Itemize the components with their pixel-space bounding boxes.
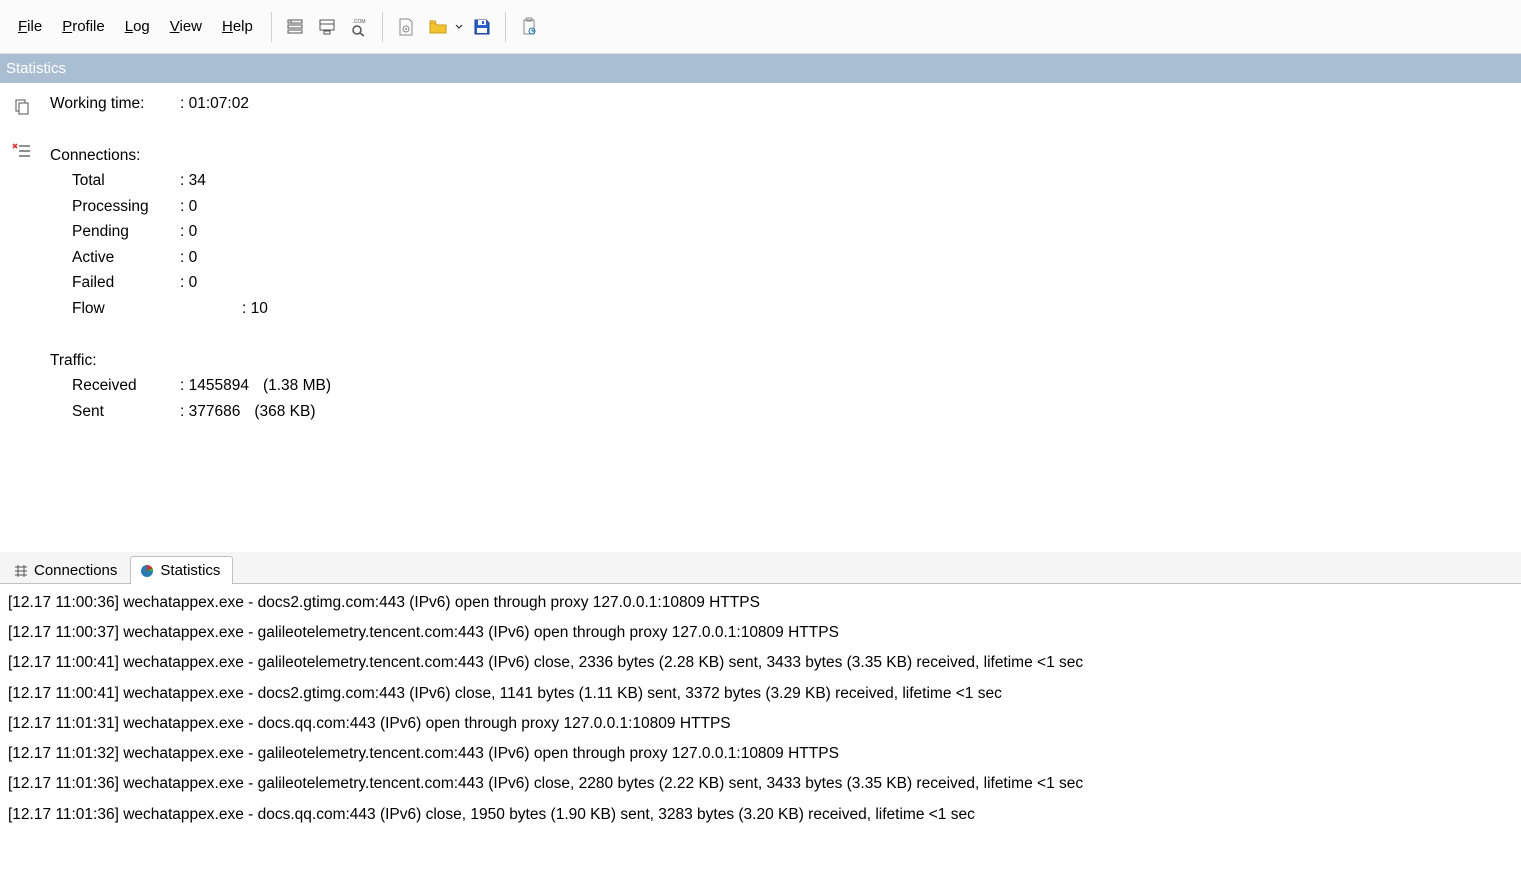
log-line: [12.17 11:00:36] wechatappex.exe - docs2…: [8, 588, 1513, 618]
sent-label: Sent: [50, 399, 180, 425]
tab-statistics[interactable]: Statistics: [130, 556, 233, 584]
panel-header: Statistics: [0, 54, 1521, 83]
side-toolbar: [0, 83, 44, 552]
chevron-down-icon[interactable]: [453, 12, 465, 42]
menu-view[interactable]: View: [160, 12, 212, 41]
log-line: [12.17 11:00:41] wechatappex.exe - docs2…: [8, 679, 1513, 709]
flow-label: Flow: [50, 296, 180, 322]
tab-strip: Connections Statistics: [0, 552, 1521, 584]
log-panel[interactable]: [12.17 11:00:36] wechatappex.exe - docs2…: [0, 584, 1521, 874]
sent-human: (368 KB): [254, 399, 315, 425]
pie-chart-icon: [139, 563, 155, 579]
active-value: : 0: [180, 245, 197, 271]
log-line: [12.17 11:01:36] wechatappex.exe - docs.…: [8, 800, 1513, 830]
save-icon[interactable]: [467, 12, 497, 42]
folder-icon[interactable]: [423, 12, 453, 42]
server-single-icon[interactable]: [312, 12, 342, 42]
clipboard-icon[interactable]: [514, 12, 544, 42]
working-time-value: : 01:07:02: [180, 91, 249, 117]
pending-value: : 0: [180, 219, 197, 245]
active-label: Active: [50, 245, 180, 271]
connections-label: Connections:: [50, 143, 180, 169]
menubar: File Profile Log View Help .COM: [0, 0, 1521, 54]
server-list-icon[interactable]: [280, 12, 310, 42]
failed-value: : 0: [180, 270, 197, 296]
log-line: [12.17 11:01:31] wechatappex.exe - docs.…: [8, 709, 1513, 739]
svg-text:.COM: .COM: [352, 19, 365, 25]
menu-items: File Profile Log View Help: [8, 12, 263, 41]
separator: [382, 12, 383, 42]
separator: [271, 12, 272, 42]
traffic-label: Traffic:: [50, 348, 180, 374]
total-value: : 34: [180, 168, 206, 194]
menu-file[interactable]: File: [8, 12, 52, 41]
tab-connections[interactable]: Connections: [4, 556, 130, 584]
received-human: (1.38 MB): [263, 373, 331, 399]
main-area: Working time: : 01:07:02 Connections: To…: [0, 83, 1521, 874]
received-label: Received: [50, 373, 180, 399]
pending-label: Pending: [50, 219, 180, 245]
log-line: [12.17 11:00:41] wechatappex.exe - galil…: [8, 648, 1513, 678]
failed-label: Failed: [50, 270, 180, 296]
menu-profile[interactable]: Profile: [52, 12, 115, 41]
menu-log[interactable]: Log: [115, 12, 160, 41]
connections-icon: [13, 563, 29, 579]
log-line: [12.17 11:00:37] wechatappex.exe - galil…: [8, 618, 1513, 648]
panel-title: Statistics: [6, 60, 66, 77]
processing-label: Processing: [50, 194, 180, 220]
total-label: Total: [50, 168, 180, 194]
copy-icon[interactable]: [10, 95, 34, 119]
settings-file-icon[interactable]: [391, 12, 421, 42]
working-time-label: Working time:: [50, 91, 180, 117]
search-com-icon[interactable]: .COM: [344, 12, 374, 42]
processing-value: : 0: [180, 194, 197, 220]
sent-bytes: : 377686: [180, 399, 240, 425]
tab-statistics-label: Statistics: [160, 562, 220, 579]
log-line: [12.17 11:01:32] wechatappex.exe - galil…: [8, 739, 1513, 769]
folder-dropdown[interactable]: [423, 12, 465, 42]
log-line: [12.17 11:01:36] wechatappex.exe - galil…: [8, 769, 1513, 799]
statistics-panel: Working time: : 01:07:02 Connections: To…: [44, 83, 1521, 552]
stats-container: Working time: : 01:07:02 Connections: To…: [0, 83, 1521, 552]
separator: [505, 12, 506, 42]
clear-list-icon[interactable]: [10, 139, 34, 163]
menu-help[interactable]: Help: [212, 12, 263, 41]
flow-value: : 10: [180, 296, 268, 322]
received-bytes: : 1455894: [180, 373, 249, 399]
tab-connections-label: Connections: [34, 562, 117, 579]
